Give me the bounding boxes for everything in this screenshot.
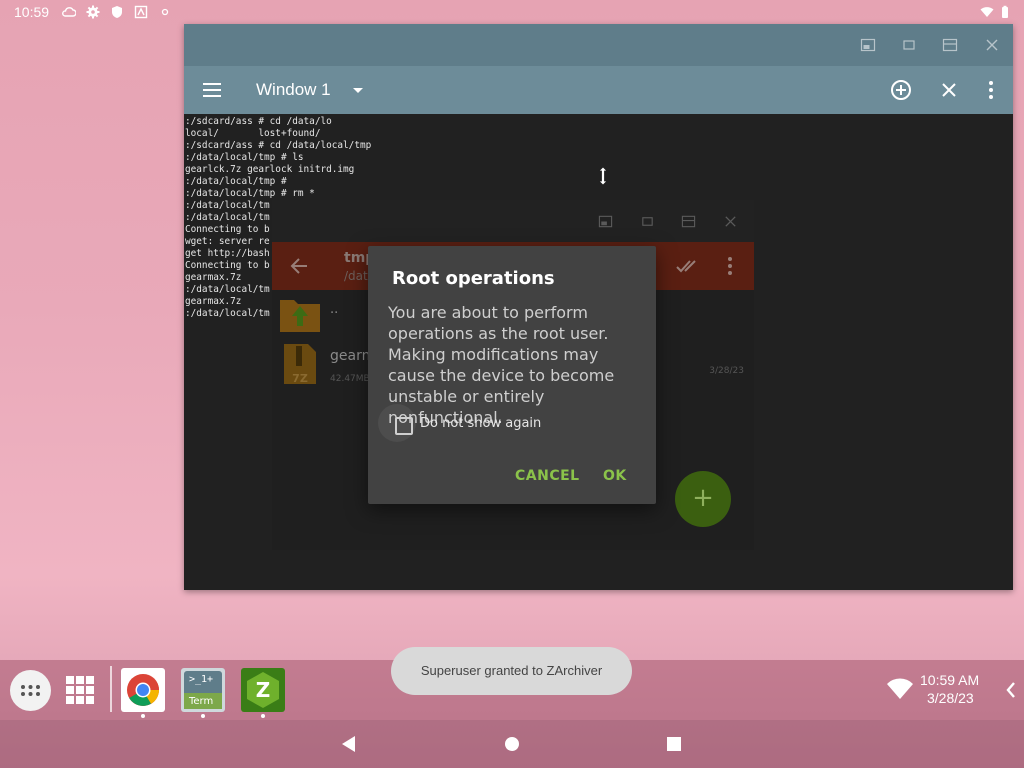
chrome-icon	[127, 673, 159, 706]
terminal-line: :/data/local/tmp # rm *	[185, 188, 315, 199]
window-title[interactable]: Window 1	[256, 80, 331, 100]
terminal-line: local/ lost+found/	[185, 128, 321, 139]
taskbar-separator	[110, 666, 112, 712]
dialog-title: Root operations	[392, 268, 555, 289]
more-options-icon[interactable]	[979, 78, 1003, 102]
taskbar-clock-time[interactable]: 10:59 AM	[920, 672, 979, 688]
term-app-button[interactable]: >_1+ Term	[181, 668, 225, 712]
dot-icon	[158, 5, 172, 19]
za-add-fab-button[interactable]: +	[675, 471, 731, 527]
cloud-icon	[62, 5, 76, 19]
terminal-line: :/sdcard/ass # cd /data/local/tmp	[185, 140, 372, 151]
zarchiver-notify-icon	[134, 5, 148, 19]
folder-up-icon	[278, 294, 322, 334]
za-window-pip-icon[interactable]	[598, 214, 613, 229]
dialog-message: You are about to perform operations as t…	[388, 303, 615, 427]
zarchiver-app-button[interactable]: Z	[241, 668, 285, 712]
chrome-running-dot	[141, 714, 145, 718]
do-not-show-again-checkbox[interactable]	[395, 417, 413, 435]
window-maximize-icon[interactable]	[942, 37, 958, 53]
term-icon-bottom: Term	[189, 696, 214, 707]
file-size: 42.47MB	[330, 374, 370, 384]
resize-cursor-icon	[596, 166, 610, 186]
cancel-button[interactable]: CANCEL	[515, 468, 580, 484]
za-path-subtitle: /dat	[344, 269, 368, 283]
term-running-dot	[201, 714, 205, 718]
hamburger-menu-icon[interactable]	[200, 78, 224, 102]
window-dropdown-icon[interactable]	[346, 78, 370, 102]
app-drawer-icon	[21, 685, 40, 696]
file-date: 3/28/23	[709, 366, 744, 376]
back-nav-icon[interactable]	[338, 732, 362, 756]
window-minimize-icon[interactable]	[901, 37, 917, 53]
superuser-toast: Superuser granted to ZArchiver	[391, 647, 632, 695]
chevron-left-icon[interactable]	[1004, 680, 1018, 700]
za-window-close-icon[interactable]	[723, 214, 738, 229]
za-window-maximize-icon[interactable]	[681, 214, 696, 229]
app-drawer-button[interactable]	[10, 670, 51, 711]
za-more-options-icon[interactable]	[719, 255, 741, 277]
status-time: 10:59	[14, 4, 50, 20]
zarchiver-caption-bar[interactable]	[272, 200, 754, 242]
navigation-bar	[0, 720, 1024, 768]
window-close-icon[interactable]	[984, 37, 1000, 53]
za-window-minimize-icon[interactable]	[640, 214, 655, 229]
close-window-icon[interactable]	[937, 78, 961, 102]
terminal-appbar: Window 1	[184, 66, 1013, 114]
gear-icon	[86, 5, 100, 19]
root-operations-dialog: Root operations You are about to perform…	[368, 246, 656, 504]
wifi-icon	[980, 5, 994, 19]
terminal-line: :/sdcard/ass # cd /data/lo	[185, 116, 332, 127]
select-all-icon[interactable]	[676, 255, 698, 277]
taskbar-clock-date[interactable]: 3/28/23	[927, 690, 974, 706]
new-window-icon[interactable]	[889, 78, 913, 102]
chrome-app-button[interactable]	[121, 668, 165, 712]
terminal-line: gearlck.7z gearlock initrd.img	[185, 164, 355, 175]
terminal-line: :/data/local/tmp #	[185, 176, 287, 187]
home-nav-icon[interactable]	[500, 732, 524, 756]
recents-grid-icon[interactable]	[66, 676, 94, 704]
zarchiver-running-dot	[261, 714, 265, 718]
taskbar-wifi-icon[interactable]	[886, 678, 914, 700]
battery-icon	[998, 5, 1012, 19]
status-bar: 10:59	[0, 0, 1024, 24]
shield-icon	[110, 5, 124, 19]
file-name: ..	[330, 302, 339, 317]
term-icon-top: >_1+	[189, 674, 214, 685]
window-caption-bar[interactable]	[184, 24, 1013, 66]
zarchiver-icon-letter: Z	[255, 678, 271, 702]
do-not-show-again-row[interactable]: Do not show again	[378, 404, 628, 442]
archive-7z-icon: 7Z	[282, 342, 318, 385]
ok-button[interactable]: OK	[603, 468, 627, 484]
checkbox-label[interactable]: Do not show again	[420, 416, 541, 431]
back-arrow-icon[interactable]	[288, 255, 310, 277]
terminal-line: :/data/local/tmp # ls	[185, 152, 304, 163]
window-pip-icon[interactable]	[860, 37, 876, 53]
overview-nav-icon[interactable]	[662, 732, 686, 756]
svg-text:7Z: 7Z	[292, 372, 308, 385]
